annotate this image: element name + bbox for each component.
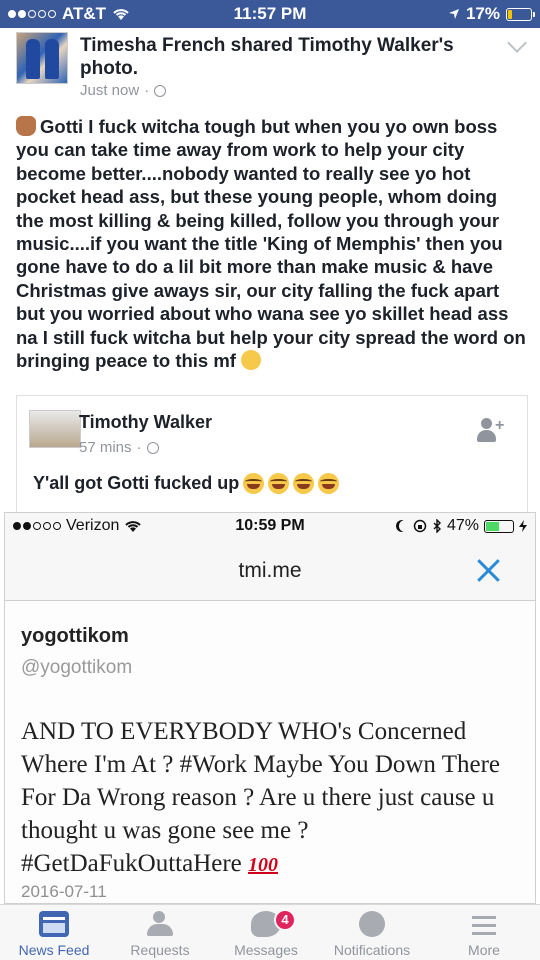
post-header: Timesha French shared Timothy Walker's p… (16, 32, 527, 102)
shared-text-row: Y'all got Gotti fucked up (33, 473, 340, 494)
tab-news-feed[interactable]: News Feed (0, 905, 108, 960)
chevron-down-icon[interactable] (507, 33, 527, 53)
tweet-date: 2016-07-11 (21, 882, 107, 901)
battery-icon (506, 7, 535, 21)
tab-label: More (468, 942, 500, 958)
bottom-tab-bar: News Feed Requests 4 Messages Notificati… (0, 904, 540, 960)
raised-hand-icon (16, 116, 36, 136)
unamused-face-icon (241, 350, 262, 371)
inner-status-bar: Verizon 10:59 PM 47% (5, 513, 535, 539)
shared-post-card[interactable]: Timothy Walker 57 mins · + Y'all got Got… (16, 395, 528, 515)
globe-icon (359, 911, 385, 937)
inner-status-right: 47% (396, 517, 527, 535)
tweet-text-block: AND TO EVERYBODY WHO's Concerned Where I… (21, 715, 526, 882)
tab-requests[interactable]: Requests (106, 905, 214, 960)
location-arrow-icon (448, 9, 459, 19)
globe-icon (146, 441, 159, 454)
post-time[interactable]: Just now (80, 82, 139, 99)
post-text-block: Gotti I fuck witcha tough but when you y… (16, 115, 528, 372)
status-right: 17% (448, 4, 535, 24)
status-bar: AT&T 11:57 PM 17% (0, 0, 540, 28)
charging-bolt-icon (519, 520, 527, 532)
rotation-lock-icon (413, 519, 427, 533)
add-friend-icon[interactable]: + (477, 418, 504, 444)
post-meta: Just now · (80, 82, 167, 99)
tab-label: Messages (234, 942, 298, 958)
messages-badge: 4 (274, 909, 296, 931)
tab-label: News Feed (18, 942, 90, 958)
globe-icon (154, 84, 167, 97)
hundred-points-icon: 100 (248, 854, 279, 876)
tears-of-joy-icon (243, 473, 265, 494)
browser-title: tmi.me (238, 559, 302, 582)
friend-requests-icon (145, 911, 175, 937)
avatar[interactable] (16, 32, 68, 84)
tweet-author-handle[interactable]: @yogottikom (21, 657, 132, 679)
tab-more[interactable]: More (430, 905, 538, 960)
tab-notifications[interactable]: Notifications (318, 905, 426, 960)
shared-time[interactable]: 57 mins (79, 439, 132, 456)
bluetooth-icon (433, 519, 441, 533)
tweet-author-name[interactable]: yogottikom (21, 625, 129, 648)
tears-of-joy-icon (318, 473, 340, 494)
post-shared-line[interactable]: Timesha French shared Timothy Walker's p… (80, 34, 490, 80)
tab-messages[interactable]: 4 Messages (212, 905, 320, 960)
shared-text: Y'all got Gotti fucked up (33, 473, 240, 493)
battery-percent: 17% (465, 4, 500, 23)
news-feed-icon (39, 911, 69, 937)
browser-header: tmi.me (5, 539, 535, 601)
post-text: Gotti I fuck witcha tough but when you y… (16, 116, 526, 372)
tweet-card: yogottikom @yogottikom AND TO EVERYBODY … (5, 601, 535, 903)
close-icon[interactable] (475, 557, 501, 583)
tears-of-joy-icon (293, 473, 315, 494)
avatar[interactable] (29, 410, 81, 448)
moon-icon (399, 520, 411, 532)
tab-label: Notifications (333, 942, 411, 958)
menu-icon (469, 911, 499, 937)
battery-icon (484, 519, 514, 533)
tab-label: Requests (130, 942, 190, 958)
embedded-screenshot[interactable]: Verizon 10:59 PM 47% tmi.me yogottikom @… (4, 512, 536, 904)
shared-meta: 57 mins · (79, 439, 159, 456)
shared-author-name[interactable]: Timothy Walker (79, 412, 212, 433)
tears-of-joy-icon (268, 473, 290, 494)
inner-battery-percent: 47% (446, 517, 479, 534)
